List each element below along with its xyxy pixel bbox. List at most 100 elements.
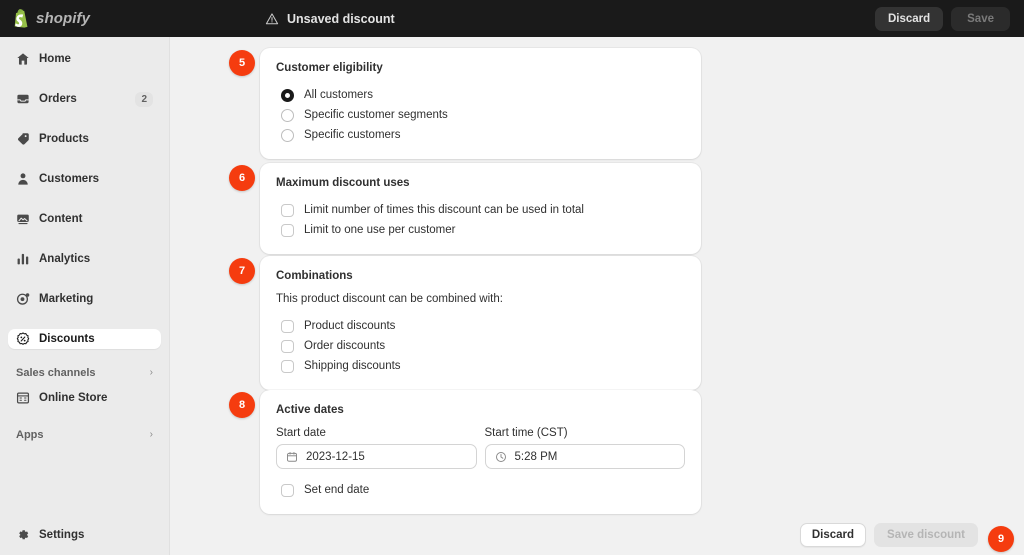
sidebar-item-home[interactable]: Home: [8, 49, 161, 69]
shopify-logo[interactable]: shopify: [13, 9, 90, 28]
option-label: Product discounts: [304, 320, 396, 332]
radio-specific-customer-segments[interactable]: [281, 108, 294, 122]
orders-icon: [16, 92, 39, 106]
combinations-subtitle: This product discount can be combined wi…: [276, 293, 503, 305]
clock-icon: [495, 451, 507, 463]
main-content: 5 Customer eligibility All customers Spe…: [171, 37, 1024, 555]
start-time-input[interactable]: 5:28 PM: [484, 444, 685, 469]
brand-name: shopify: [36, 10, 91, 27]
radio-option-all-customers[interactable]: All customers: [276, 85, 685, 105]
top-bar: shopify Unsaved discount Discard Save: [0, 0, 1024, 37]
step-badge-8: 8: [229, 392, 255, 418]
checkbox-option-limit-total[interactable]: Limit number of times this discount can …: [276, 200, 685, 220]
option-label: Specific customers: [304, 129, 401, 141]
sidebar-section-apps[interactable]: Apps ›: [8, 425, 161, 445]
card-customer-eligibility: Customer eligibility All customers Speci…: [260, 48, 701, 159]
orders-count-badge: 2: [135, 91, 153, 107]
sidebar-item-orders[interactable]: Orders 2: [8, 89, 161, 109]
nav-gap: [8, 109, 161, 129]
nav-gap: [8, 229, 161, 249]
start-time-field: Start time (CST) 5:28 PM: [484, 427, 685, 469]
chevron-right-icon[interactable]: ›: [150, 368, 153, 378]
radio-option-specific-customers[interactable]: Specific customers: [276, 125, 685, 145]
sidebar-item-label: Marketing: [39, 293, 94, 305]
option-label: Limit to one use per customer: [304, 224, 456, 236]
card-title: Active dates: [276, 404, 344, 416]
sidebar-footer: Settings: [0, 525, 170, 545]
checkbox-one-use-per-customer[interactable]: [281, 223, 294, 237]
nav-gap: [8, 69, 161, 89]
checkbox-option-order-discounts[interactable]: Order discounts: [276, 336, 685, 356]
sidebar-item-label: Settings: [39, 529, 85, 541]
chevron-right-icon[interactable]: ›: [150, 430, 153, 440]
gear-icon: [16, 528, 39, 542]
page-title: Unsaved discount: [287, 11, 395, 26]
unsaved-status: Unsaved discount: [265, 0, 395, 37]
online-store-icon: [16, 391, 39, 405]
sidebar-item-label: Analytics: [39, 253, 91, 265]
sidebar-item-products[interactable]: Products: [8, 129, 161, 149]
sidebar-item-customers[interactable]: Customers: [8, 169, 161, 189]
start-date-input[interactable]: 2023-12-15: [276, 444, 477, 469]
card-active-dates: Active dates Start date 2023-12-15 Start…: [260, 390, 701, 514]
option-label: Shipping discounts: [304, 360, 401, 372]
step-badge-6: 6: [229, 165, 255, 191]
checkbox-order-discounts[interactable]: [281, 339, 294, 353]
discard-button-top[interactable]: Discard: [874, 6, 944, 31]
checkbox-limit-total-uses[interactable]: [281, 203, 294, 217]
sales-channels-label: Sales channels: [16, 367, 96, 379]
option-label: Order discounts: [304, 340, 386, 352]
sidebar-item-settings[interactable]: Settings: [8, 525, 162, 545]
card-maximum-discount-uses: Maximum discount uses Limit number of ti…: [260, 163, 701, 254]
option-label: All customers: [304, 89, 374, 101]
top-bar-actions: Discard Save: [874, 0, 1010, 37]
date-time-fields: Start date 2023-12-15 Start time (CST) 5…: [276, 427, 685, 469]
sidebar-item-marketing[interactable]: Marketing: [8, 289, 161, 309]
sidebar-nav: Home Orders 2 Products Customers Content…: [0, 37, 169, 445]
card-title: Customer eligibility: [276, 62, 383, 74]
analytics-bar-chart-icon: [16, 252, 39, 266]
shopify-bag-icon: [13, 9, 30, 28]
option-label: Specific customer segments: [304, 109, 448, 121]
option-label: Set end date: [304, 484, 370, 496]
sidebar-item-label: Discounts: [39, 333, 95, 345]
calendar-icon: [286, 451, 298, 463]
radio-option-specific-segments[interactable]: Specific customer segments: [276, 105, 685, 125]
card-title: Maximum discount uses: [276, 177, 410, 189]
discard-button-bottom[interactable]: Discard: [799, 523, 867, 547]
checkbox-option-one-use-per-customer[interactable]: Limit to one use per customer: [276, 220, 685, 240]
discounts-seal-icon: [16, 332, 39, 346]
checkbox-product-discounts[interactable]: [281, 319, 294, 333]
nav-gap: [8, 269, 161, 289]
products-tag-icon: [16, 132, 39, 146]
sidebar-item-analytics[interactable]: Analytics: [8, 249, 161, 269]
sidebar-item-label: Home: [39, 53, 71, 65]
save-button-top[interactable]: Save: [951, 6, 1010, 31]
sidebar-item-discounts[interactable]: Discounts: [8, 329, 161, 349]
checkbox-option-set-end-date[interactable]: Set end date: [276, 480, 685, 500]
sidebar-section-sales-channels[interactable]: Sales channels ›: [8, 363, 161, 383]
checkbox-shipping-discounts[interactable]: [281, 359, 294, 373]
option-label: Limit number of times this discount can …: [304, 204, 584, 216]
radio-all-customers[interactable]: [281, 88, 294, 102]
card-title: Combinations: [276, 270, 353, 282]
radio-specific-customers[interactable]: [281, 128, 294, 142]
start-date-value: 2023-12-15: [306, 450, 365, 463]
start-date-field: Start date 2023-12-15: [276, 427, 477, 469]
sidebar-item-content[interactable]: Content: [8, 209, 161, 229]
sidebar-item-label: Products: [39, 133, 89, 145]
checkbox-option-shipping-discounts[interactable]: Shipping discounts: [276, 356, 685, 376]
save-discount-button[interactable]: Save discount: [874, 523, 978, 547]
checkbox-set-end-date[interactable]: [281, 483, 294, 497]
sidebar-item-online-store[interactable]: Online Store: [8, 388, 161, 408]
apps-label: Apps: [16, 429, 44, 441]
customers-person-icon: [16, 172, 39, 186]
marketing-target-icon: [16, 292, 39, 306]
warning-triangle-icon: [265, 12, 279, 26]
start-date-label: Start date: [276, 427, 326, 439]
card-combinations: Combinations This product discount can b…: [260, 256, 701, 390]
checkbox-option-product-discounts[interactable]: Product discounts: [276, 316, 685, 336]
sidebar: Home Orders 2 Products Customers Content…: [0, 37, 170, 555]
nav-gap: [8, 149, 161, 169]
start-time-label: Start time (CST): [484, 427, 568, 439]
